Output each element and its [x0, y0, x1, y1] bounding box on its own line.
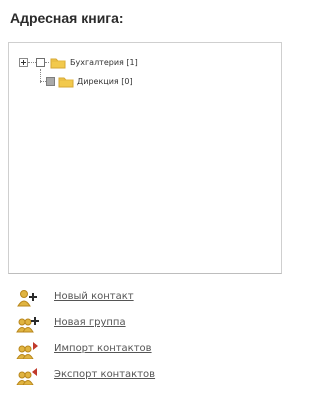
tree-item-label: Бухгалтерия [1]	[70, 58, 138, 67]
new-group-link[interactable]: Новая группа	[54, 317, 126, 328]
expand-icon[interactable]	[19, 58, 28, 67]
export-contacts-link[interactable]: Экспорт контактов	[54, 369, 155, 380]
import-contacts-link[interactable]: Импорт контактов	[54, 343, 152, 354]
import-contacts-icon	[16, 342, 38, 359]
tree-connector	[45, 62, 49, 63]
add-group-icon	[16, 317, 39, 333]
tree-item-checkbox[interactable]	[36, 58, 45, 67]
tree-connector	[28, 62, 36, 63]
tree-item-directorate[interactable]: Дирекция [0]	[19, 76, 179, 90]
page-title: Адресная книга:	[10, 10, 124, 26]
new-contact-link[interactable]: Новый контакт	[54, 291, 134, 302]
tree-item-checkbox[interactable]	[46, 77, 55, 86]
tree-item-label: Дирекция [0]	[77, 77, 133, 86]
address-book-tree: Бухгалтерия [1] Дирекция [0]	[8, 42, 282, 274]
export-contacts-icon	[16, 368, 37, 385]
folder-icon	[50, 58, 66, 69]
add-contact-icon	[17, 290, 37, 307]
tree-item-accounting[interactable]: Бухгалтерия [1]	[19, 57, 179, 71]
folder-icon	[58, 77, 74, 88]
